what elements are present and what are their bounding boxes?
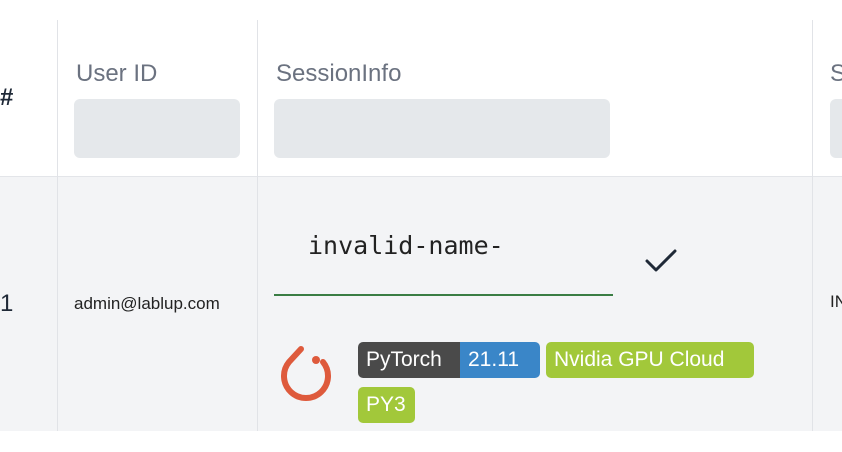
column-header-user-id: User ID [76,60,158,87]
version-tag: 21.11 [460,342,540,378]
row-number: 1 [0,290,14,317]
column-header-number: # [0,84,14,111]
column-divider [57,20,58,431]
column-divider [812,20,813,431]
next-column-filter-input[interactable] [830,99,842,158]
user-id-cell: admin@lablup.com [74,294,220,313]
table-header: # User ID SessionInfo S [0,0,842,177]
column-divider [257,20,258,431]
status-cell-partial: IN [830,292,842,311]
table-bottom-space [0,431,842,452]
pytorch-icon [281,346,331,401]
column-header-next-partial: S [830,60,842,87]
session-info-filter-input[interactable] [274,99,610,158]
vendor-tag: Nvidia GPU Cloud [546,342,754,378]
column-header-session-info: SessionInfo [276,60,402,87]
language-tag: PY3 [358,387,415,423]
confirm-check-icon[interactable] [644,246,678,276]
session-name-input[interactable] [274,214,613,296]
user-id-filter-input[interactable] [74,99,240,158]
framework-tag: PyTorch [358,342,460,378]
session-table: # User ID SessionInfo S 1 admin@lablup.c… [0,0,842,452]
